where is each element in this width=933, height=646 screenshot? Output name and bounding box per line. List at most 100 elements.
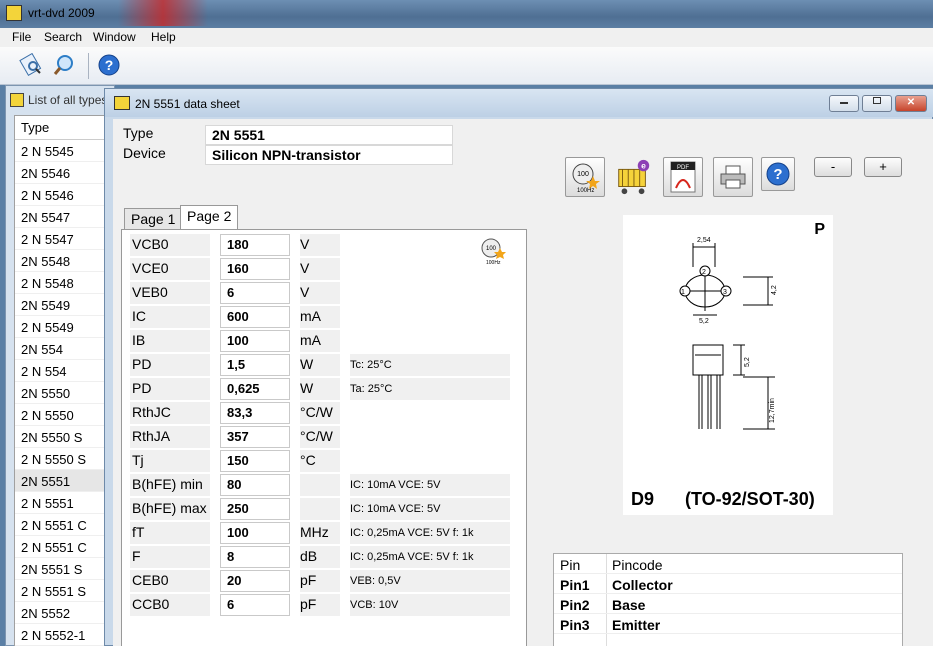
- list-item[interactable]: 2 N 5551 S: [15, 580, 118, 602]
- list-item[interactable]: 2 N 5549: [15, 316, 118, 338]
- list-item[interactable]: 2N 5550 S: [15, 426, 118, 448]
- datasheet-window: 2N 5551 data sheet ✕ Type 2N 5551 Device…: [104, 88, 933, 646]
- list-item[interactable]: 2 N 554: [15, 360, 118, 382]
- param-name: B(hFE) max: [130, 498, 210, 520]
- list-item[interactable]: 2 N 5551 C: [15, 514, 118, 536]
- param-unit: pF: [300, 594, 340, 616]
- param-unit: V: [300, 258, 340, 280]
- tab-page-2[interactable]: Page 2: [180, 205, 239, 231]
- main-title-bar: vrt-dvd 2009: [0, 0, 933, 28]
- print-button[interactable]: [713, 157, 753, 197]
- param-name: VEB0: [130, 282, 210, 304]
- menu-search[interactable]: Search: [44, 30, 82, 44]
- param-condition: [350, 258, 510, 280]
- list-item[interactable]: 2N 5547: [15, 206, 118, 228]
- list-item[interactable]: 2 N 5547: [15, 228, 118, 250]
- list-item[interactable]: 2 N 5552-1: [15, 624, 118, 646]
- datasheet-title-bar: 2N 5551 data sheet ✕: [105, 89, 933, 117]
- list-item[interactable]: 2 N 5551: [15, 492, 118, 514]
- list-item[interactable]: 2 N 5551 C: [15, 536, 118, 558]
- menu-help[interactable]: Help: [151, 30, 176, 44]
- pin-function: Collector: [612, 577, 673, 593]
- device-value: Silicon NPN-transistor: [205, 145, 453, 165]
- frequency-button[interactable]: 100 100Hz: [565, 157, 605, 197]
- menu-window[interactable]: Window: [93, 30, 136, 44]
- parameters-panel: 100 100Hz VCB0 180 V VCE0 160 V VEB0 6 V IC 600 mA I…: [121, 229, 527, 646]
- param-value: 0,625: [220, 378, 290, 400]
- package-code: D9: [631, 489, 655, 509]
- param-value: 600: [220, 306, 290, 328]
- list-item[interactable]: 2N 5548: [15, 250, 118, 272]
- list-item[interactable]: 2N 5551 S: [15, 558, 118, 580]
- help-button[interactable]: ?: [96, 52, 122, 78]
- list-item[interactable]: 2 N 5550: [15, 404, 118, 426]
- type-list-window: List of all types Type 2 N 5545 2N 5546 2 …: [5, 85, 119, 646]
- pin-number: Pin1: [560, 577, 590, 593]
- pin-row: Pin2 Base: [554, 594, 902, 614]
- param-condition: [350, 330, 510, 352]
- pdf-label: PDF: [677, 165, 689, 171]
- menu-file[interactable]: File: [12, 30, 31, 44]
- datasheet-body: Type 2N 5551 Device Silicon NPN-transist…: [113, 119, 933, 646]
- list-item[interactable]: 2 N 5548: [15, 272, 118, 294]
- minimize-button[interactable]: [829, 95, 859, 112]
- list-item[interactable]: 2N 5549: [15, 294, 118, 316]
- datasheet-help-button[interactable]: ?: [761, 157, 795, 191]
- toolbar-separator: [88, 53, 89, 79]
- list-window-icon: [10, 93, 24, 107]
- dim-height: 4,2: [771, 285, 778, 295]
- param-value: 250: [220, 498, 290, 520]
- list-types-button[interactable]: [18, 52, 44, 78]
- pin-number: Pin2: [560, 597, 590, 613]
- svg-text:?: ?: [105, 57, 114, 73]
- param-condition: Ta: 25°C: [350, 378, 510, 400]
- list-column-header[interactable]: Type: [15, 116, 118, 140]
- list-item[interactable]: 2N 5546: [15, 162, 118, 184]
- list-item[interactable]: 2 N 5546: [15, 184, 118, 206]
- param-value: 160: [220, 258, 290, 280]
- list-item[interactable]: 2N 554: [15, 338, 118, 360]
- maximize-button[interactable]: [862, 95, 892, 112]
- param-condition: Tc: 25°C: [350, 354, 510, 376]
- pin-header: Pin: [560, 557, 581, 573]
- zoom-in-button[interactable]: +: [864, 157, 902, 177]
- close-button[interactable]: ✕: [895, 95, 927, 112]
- param-value: 180: [220, 234, 290, 256]
- list-item[interactable]: 2 N 5545: [15, 140, 118, 162]
- pin-table: Pin Pincode Pin1 Collector Pin2 Base Pin3 Emi…: [553, 553, 903, 646]
- param-value: 20: [220, 570, 290, 592]
- printer-icon: [720, 165, 746, 189]
- list-item[interactable]: 2N 5551: [15, 470, 118, 492]
- pin-function: Emitter: [612, 617, 661, 633]
- param-value: 6: [220, 594, 290, 616]
- list-item[interactable]: 2 N 5550 S: [15, 448, 118, 470]
- param-name: CEB0: [130, 570, 210, 592]
- tab-page-1[interactable]: Page 1: [124, 208, 183, 230]
- param-value: 8: [220, 546, 290, 568]
- pin-1-marker: 1: [681, 289, 685, 296]
- list-item[interactable]: 2N 5552: [15, 602, 118, 624]
- package-drawing: P 2,54 1 2 3 5,2 4,2 5,2 12,7min D9 (TO-…: [623, 215, 833, 515]
- param-value: 1,5: [220, 354, 290, 376]
- param-name: PD: [130, 378, 210, 400]
- zoom-out-button[interactable]: -: [814, 157, 852, 177]
- param-condition: IC: 10mA VCE: 5V: [350, 498, 510, 520]
- param-value: 150: [220, 450, 290, 472]
- param-name: PD: [130, 354, 210, 376]
- param-condition: VEB: 0,5V: [350, 570, 510, 592]
- param-unit: pF: [300, 570, 340, 592]
- param-name: RthJC: [130, 402, 210, 424]
- param-unit: MHz: [300, 522, 340, 544]
- svg-text:e: e: [641, 160, 646, 170]
- app-title: vrt-dvd 2009: [28, 6, 95, 20]
- svg-text:100: 100: [577, 171, 589, 178]
- param-value: 100: [220, 522, 290, 544]
- param-name: IB: [130, 330, 210, 352]
- pdf-button[interactable]: PDF: [663, 157, 703, 197]
- param-unit: mA: [300, 306, 340, 328]
- search-button[interactable]: [51, 52, 77, 78]
- param-unit: [300, 498, 340, 520]
- list-item[interactable]: 2N 5550: [15, 382, 118, 404]
- shop-cart-button[interactable]: e: [613, 157, 653, 197]
- param-name: VCE0: [130, 258, 210, 280]
